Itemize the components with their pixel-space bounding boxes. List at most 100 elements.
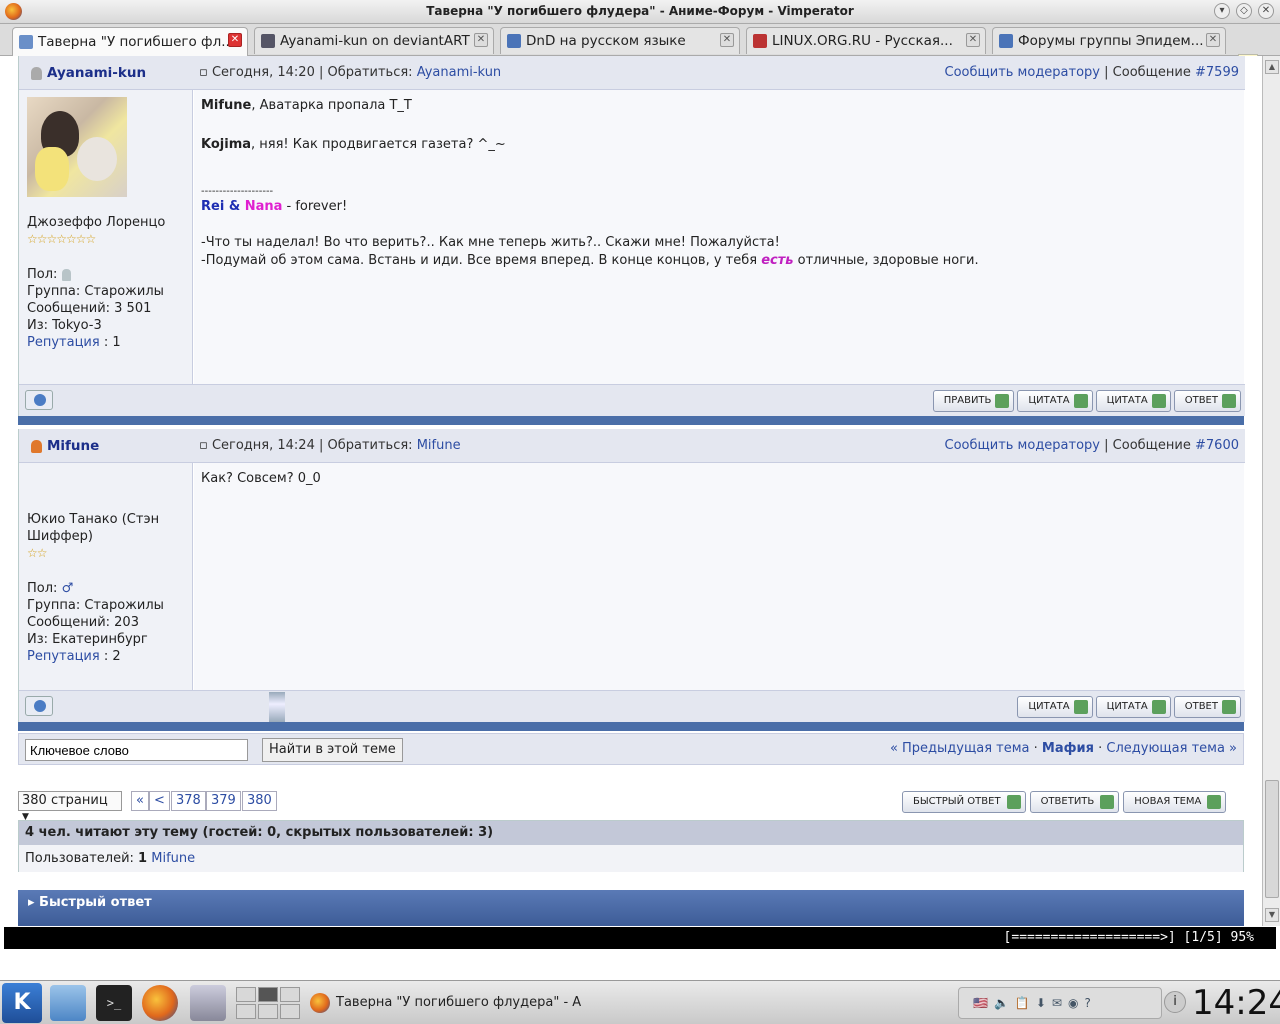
scroll-up-arrow-icon[interactable]: ▲ <box>1265 60 1279 74</box>
tab-dnd[interactable]: DnD на русском языке ✕ <box>500 27 740 54</box>
close-tab-icon[interactable]: ✕ <box>474 33 488 47</box>
kde-menu-icon[interactable]: K <box>2 983 42 1023</box>
close-tab-icon[interactable]: ✕ <box>720 33 734 47</box>
minimize-button[interactable]: ▾ <box>1214 3 1230 19</box>
tab-epidem[interactable]: Форумы группы Эпидем... ✕ <box>992 27 1226 54</box>
post-number-link[interactable]: #7600 <box>1195 438 1239 453</box>
forum-post: Ayanami-kun ▫ Сегодня, 14:20 | Обратитьс… <box>18 56 1245 416</box>
user-realname: Юкио Танако (Стэн Шиффер) <box>27 512 160 544</box>
post-body: Как? Совсем? 0_0 <box>194 463 1244 690</box>
reply-button[interactable]: ОТВЕТ <box>1173 390 1241 412</box>
first-page-link[interactable]: « <box>131 791 149 811</box>
desktop-pager[interactable] <box>236 987 300 1019</box>
clipboard-icon[interactable]: 📋 <box>1015 996 1030 1010</box>
report-moderator-link[interactable]: Сообщить модератору <box>945 65 1101 80</box>
taskbar-firefox-window[interactable]: Таверна "У погибшего флудера" - Аниме <box>306 985 582 1021</box>
window-titlebar: Таверна "У погибшего флудера" - Аниме-Фо… <box>0 0 1280 24</box>
page-icon <box>507 34 521 48</box>
close-tab-icon[interactable]: ✕ <box>966 33 980 47</box>
keyword-input[interactable] <box>25 739 248 761</box>
quick-reply-header[interactable]: ▸ Быстрый ответ <box>18 890 1244 926</box>
system-settings-icon[interactable] <box>190 985 226 1021</box>
topic-search-bar: Найти в этой теме « Предыдущая тема · Ма… <box>18 733 1244 765</box>
multiquote-button[interactable]: ЦИТАТА <box>1095 696 1171 718</box>
find-in-topic-button[interactable]: Найти в этой теме <box>262 738 403 762</box>
post-number-link[interactable]: #7599 <box>1195 65 1239 80</box>
new-topic-button[interactable]: НОВАЯ ТЕМА <box>1123 791 1227 813</box>
keyboard-layout-icon[interactable]: 🇺🇸 <box>973 996 988 1010</box>
scroll-top-button[interactable] <box>25 696 53 716</box>
post-divider <box>18 416 1244 425</box>
close-tab-icon[interactable]: ✕ <box>1206 33 1220 47</box>
quote-button[interactable]: ЦИТАТА <box>1017 696 1093 718</box>
network-icon[interactable]: ✉ <box>1052 996 1062 1010</box>
reputation-link[interactable]: Репутация <box>27 335 100 350</box>
info-icon[interactable]: i <box>1164 991 1186 1013</box>
post-author[interactable]: Mifune <box>47 438 99 454</box>
pages-dropdown[interactable]: 380 страниц ▼ <box>18 791 122 822</box>
add-reply-button[interactable]: ОТВЕТИТЬ <box>1029 791 1120 813</box>
terminal-icon[interactable]: >_ <box>96 985 132 1021</box>
page-378-link[interactable]: 378 <box>171 791 206 811</box>
signature: Rei & Nana - forever! <box>201 199 348 214</box>
quick-reply-button[interactable]: БЫСТРЫЙ ОТВЕТ <box>902 791 1026 813</box>
post-date: Сегодня, 14:20 | Обратиться: <box>211 65 413 80</box>
scroll-top-button[interactable] <box>25 390 53 410</box>
quote-button[interactable]: ЦИТАТА <box>1017 390 1093 412</box>
next-topic-link[interactable]: Следующая тема » <box>1106 741 1237 756</box>
prev-topic-link[interactable]: « Предыдущая тема <box>890 741 1030 756</box>
volume-icon[interactable]: 🔈 <box>994 996 1009 1010</box>
update-icon[interactable]: ◉ <box>1068 996 1078 1010</box>
command-line[interactable] <box>0 949 1280 980</box>
tab-deviantart[interactable]: Ayanami-kun on deviantART ✕ <box>254 27 494 54</box>
post-author[interactable]: Ayanami-kun <box>47 65 146 81</box>
multiquote-button[interactable]: ЦИТАТА <box>1095 390 1171 412</box>
address-link[interactable]: Mifune <box>417 438 461 453</box>
user-realname: Джозеффо Лоренцо <box>27 215 166 230</box>
close-window-button[interactable]: ✕ <box>1258 3 1274 19</box>
tab-linux-org[interactable]: LINUX.ORG.RU - Русская... ✕ <box>746 27 986 54</box>
page-icon <box>999 34 1013 48</box>
prev-page-link[interactable]: < <box>149 791 170 811</box>
user-post-count: Сообщений: 203 <box>27 615 139 630</box>
load-status: [===================>] [1/5] 95% <box>1003 930 1254 945</box>
author-info: Джозеффо Лоренцо ☆☆☆☆☆☆☆ Пол: Группа: Ст… <box>19 90 193 384</box>
gender-unknown-icon <box>61 268 71 281</box>
window-title: Таверна "У погибшего флудера" - Аниме-Фо… <box>426 4 854 18</box>
maximize-button[interactable]: ◇ <box>1236 3 1252 19</box>
linux-org-icon <box>753 34 767 48</box>
male-gender-icon: ♂ <box>61 581 74 596</box>
user-online-icon <box>31 440 42 453</box>
rank-stars-icon: ☆☆☆☆☆☆☆ <box>27 232 96 246</box>
vertical-scrollbar[interactable]: ▲ ▼ <box>1262 56 1280 926</box>
user-post-count: Сообщений: 3 501 <box>27 301 152 316</box>
report-moderator-link[interactable]: Сообщить модератору <box>945 438 1101 453</box>
reputation-link[interactable]: Репутация <box>27 649 100 664</box>
file-manager-icon[interactable] <box>50 985 86 1021</box>
tab-taverna[interactable]: Таверна "У погибшего фл... ✕ <box>12 27 248 56</box>
tab-bar: Таверна "У погибшего фл... ✕ Ayanami-kun … <box>0 24 1280 72</box>
active-readers: 4 чел. читают эту тему (гостей: 0, скрыт… <box>18 820 1244 872</box>
post-footer: ПРАВИТЬ ЦИТАТА ЦИТАТА ОТВЕТ <box>19 384 1245 416</box>
user-location: Из: Tokyo-3 <box>27 318 102 333</box>
clock[interactable]: 14:24 <box>1192 983 1280 1023</box>
post-icon: ▫ <box>199 65 212 80</box>
post-divider <box>18 722 1244 731</box>
address-link[interactable]: Ayanami-kun <box>417 65 501 80</box>
reply-button[interactable]: ОТВЕТ <box>1173 696 1241 718</box>
post-body: Mifune, Аватарка пропала Т_Т Kojima, няя… <box>194 90 1244 384</box>
scrollbar-thumb[interactable] <box>1265 780 1279 898</box>
page-379-link[interactable]: 379 <box>206 791 241 811</box>
post-header: Ayanami-kun ▫ Сегодня, 14:20 | Обратитьс… <box>19 56 1245 90</box>
help-icon[interactable]: ? <box>1084 996 1090 1010</box>
page-380-current[interactable]: 380 <box>242 791 277 811</box>
forum-post: Mifune ▫ Сегодня, 14:24 | Обратиться: Mi… <box>18 429 1245 724</box>
download-icon[interactable]: ⬇ <box>1036 996 1046 1010</box>
post-date: Сегодня, 14:24 | Обратиться: <box>211 438 413 453</box>
edit-button[interactable]: ПРАВИТЬ <box>932 390 1015 412</box>
close-tab-icon[interactable]: ✕ <box>228 33 242 47</box>
forum-section-link[interactable]: Мафия <box>1042 741 1094 756</box>
scroll-down-arrow-icon[interactable]: ▼ <box>1265 908 1279 922</box>
firefox-launcher-icon[interactable] <box>142 985 178 1021</box>
reader-user-link[interactable]: Mifune <box>151 851 195 866</box>
